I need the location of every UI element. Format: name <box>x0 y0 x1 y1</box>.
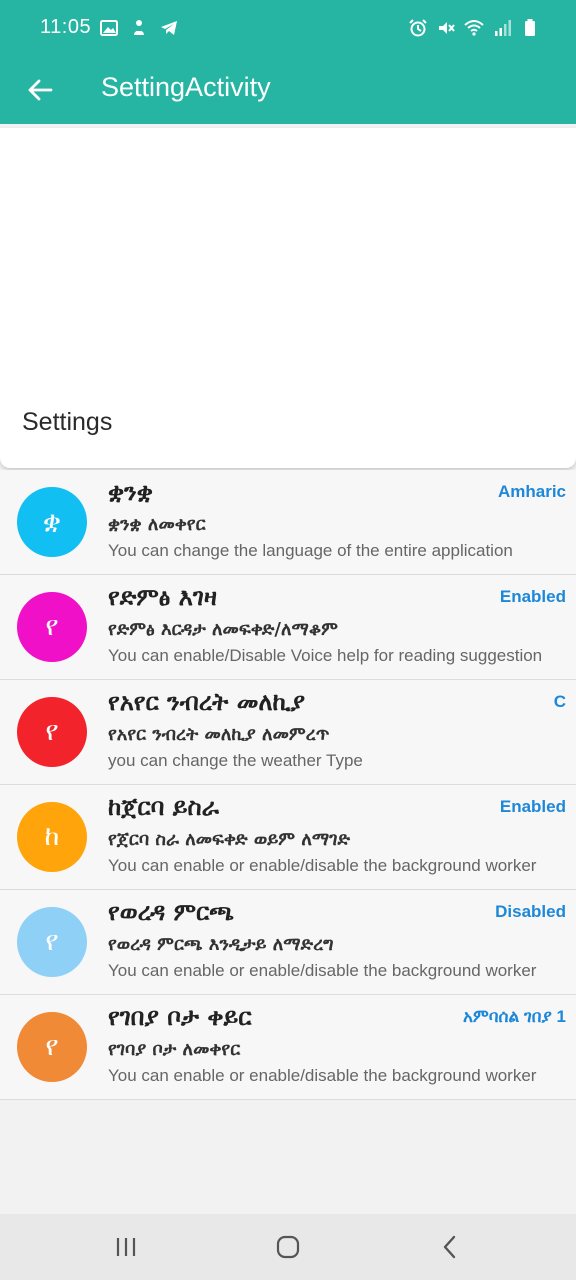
telegram-icon <box>161 21 177 35</box>
setting-subtitle: የድምፅ እርዳታ ለመፍቀድ/ለማቆም <box>108 619 338 640</box>
app-notification-icon <box>134 20 144 35</box>
setting-description: You can enable or enable/disable the bac… <box>108 961 537 980</box>
setting-description: You can enable or enable/disable the bac… <box>108 856 537 875</box>
setting-row-weather-unit[interactable]: የ የአየር ንብረት መለኪያ የአየር ንብረት መለኪያ ለመምረጥ yo… <box>0 680 576 785</box>
battery-icon <box>525 19 535 36</box>
setting-title: የገበያ ቦታ ቀይር <box>108 1003 252 1031</box>
setting-subtitle: ቋንቋ ለመቀየር <box>108 514 206 535</box>
home-icon <box>276 1235 300 1259</box>
setting-subtitle: የገባያ ቦታ ለመቀየር <box>108 1039 241 1060</box>
setting-subtitle: የአየር ንብረት መለኪያ ለመምረጥ <box>108 724 330 745</box>
setting-subtitle: የጀርባ ስራ ለመፍቀድ ወይም ለማገድ <box>108 829 350 850</box>
setting-title: የአየር ንብረት መለኪያ <box>108 688 305 716</box>
avatar-letter: የ <box>45 1031 59 1062</box>
settings-header-card: Settings <box>0 128 576 468</box>
setting-value: Amharic <box>497 482 566 501</box>
settings-list: ቋ ቋንቋ ቋንቋ ለመቀየር You can change the langu… <box>0 470 576 1100</box>
setting-title: ቋንቋ <box>108 478 153 506</box>
avatar-letter: ቋ <box>42 506 62 537</box>
setting-value: Enabled <box>499 797 566 816</box>
setting-row-woreda-selection[interactable]: የ የወረዳ ምርጫ የወረዳ ምርጫ እንዲታይ ለማድረግ You can … <box>0 890 576 995</box>
status-time: 11:05 <box>40 16 92 38</box>
mute-icon <box>439 22 455 34</box>
system-nav-bar <box>0 1214 576 1280</box>
setting-subtitle: የወረዳ ምርጫ እንዲታይ ለማድረግ <box>108 934 334 955</box>
setting-title: ከጀርባ ይስራ <box>108 793 219 821</box>
setting-description: You can enable or enable/disable the bac… <box>108 1066 537 1085</box>
back-button[interactable] <box>20 70 60 110</box>
setting-row-market-location[interactable]: የ የገበያ ቦታ ቀይር የገባያ ቦታ ለመቀየር You can enab… <box>0 995 576 1100</box>
setting-row-background-worker[interactable]: ከ ከጀርባ ይስራ የጀርባ ስራ ለመፍቀድ ወይም ለማገድ You ca… <box>0 785 576 890</box>
setting-row-language[interactable]: ቋ ቋንቋ ቋንቋ ለመቀየር You can change the langu… <box>0 470 576 575</box>
setting-value: አምባሰል ገበያ 1 <box>462 1007 566 1026</box>
setting-title: የወረዳ ምርጫ <box>108 898 235 926</box>
home-button[interactable] <box>268 1230 308 1264</box>
setting-title: የድምፅ እገዛ <box>108 583 217 611</box>
wifi-icon <box>464 20 484 36</box>
avatar: የ <box>17 907 87 977</box>
avatar-letter: የ <box>45 926 59 957</box>
setting-value: C <box>553 692 566 711</box>
setting-value: Enabled <box>499 587 566 606</box>
avatar: የ <box>17 592 87 662</box>
avatar: ከ <box>17 802 87 872</box>
setting-row-voice-help[interactable]: የ የድምፅ እገዛ የድምፅ እርዳታ ለመፍቀድ/ለማቆም You can … <box>0 575 576 680</box>
avatar: የ <box>17 697 87 767</box>
image-icon <box>100 20 118 36</box>
avatar-letter: ከ <box>44 821 60 852</box>
avatar-letter: የ <box>45 611 59 642</box>
page-title: SettingActivity <box>101 72 271 102</box>
recent-apps-icon <box>116 1238 136 1256</box>
status-left-icons <box>99 18 179 38</box>
signal-icon <box>495 20 511 36</box>
avatar-letter: የ <box>45 716 59 747</box>
arrow-left-icon <box>28 79 53 101</box>
avatar: የ <box>17 1012 87 1082</box>
back-icon <box>443 1235 456 1259</box>
setting-description: You can change the language of the entir… <box>108 541 513 560</box>
setting-description: you can change the weather Type <box>108 751 363 770</box>
setting-description: You can enable/Disable Voice help for re… <box>108 646 543 665</box>
recent-apps-button[interactable] <box>106 1230 146 1264</box>
status-right-icons <box>408 18 540 38</box>
alarm-icon <box>409 19 427 37</box>
status-bar: 11:05 <box>0 0 576 58</box>
nav-back-button[interactable] <box>430 1230 470 1264</box>
app-bar: SettingActivity <box>0 58 576 124</box>
settings-header-title: Settings <box>22 408 113 436</box>
setting-value: Disabled <box>495 902 566 921</box>
avatar: ቋ <box>17 487 87 557</box>
